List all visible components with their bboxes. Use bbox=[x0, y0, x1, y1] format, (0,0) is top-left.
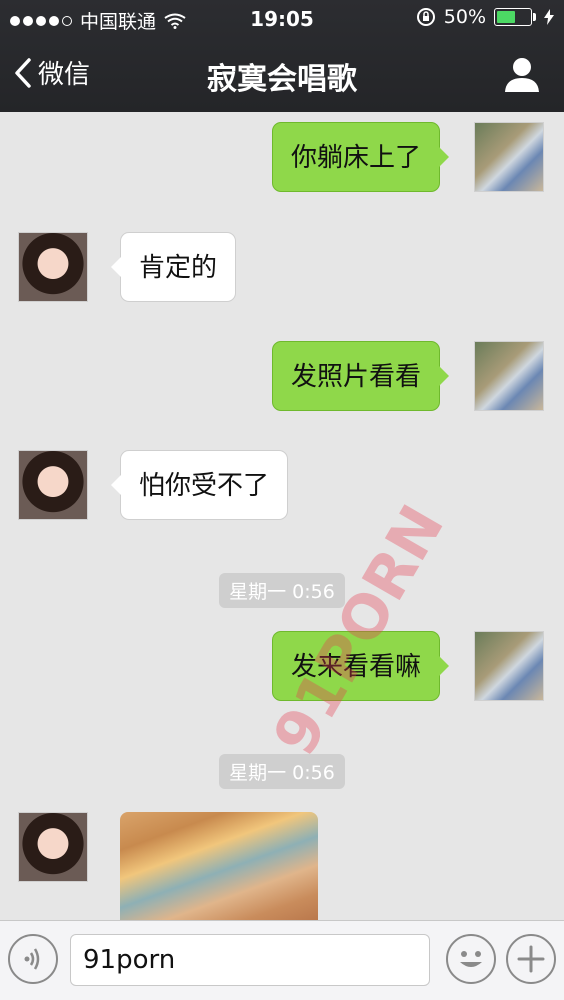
more-button[interactable] bbox=[506, 934, 556, 984]
avatar-me[interactable] bbox=[474, 341, 544, 411]
status-bar: 中国联通 19:05 50% bbox=[0, 0, 564, 36]
message-bubble-incoming[interactable]: 肯定的 bbox=[110, 232, 237, 302]
emoji-button[interactable] bbox=[446, 934, 496, 984]
battery-percent: 50% bbox=[443, 6, 486, 28]
chat-title: 寂寞会唱歌 bbox=[207, 62, 357, 97]
input-bar: 91porn bbox=[0, 920, 564, 1000]
avatar-contact[interactable] bbox=[18, 450, 88, 520]
avatar-me[interactable] bbox=[474, 122, 544, 192]
avatar-me[interactable] bbox=[474, 631, 544, 701]
status-right: 50% bbox=[416, 6, 554, 28]
message-bubble-incoming[interactable]: 怕你受不了 bbox=[110, 450, 289, 520]
timestamp-label: 星期一 0:56 bbox=[219, 573, 345, 608]
profile-icon[interactable] bbox=[502, 54, 542, 94]
message-bubble-outgoing[interactable]: 发照片看看 bbox=[271, 341, 450, 411]
chat-area[interactable]: 你躺床上了 肯定的 发照片看看 怕你受不了 星期一 0:56 发来看看嘛 星期一… bbox=[0, 112, 564, 920]
nav-bar: 微信 寂寞会唱歌 bbox=[0, 36, 564, 112]
battery-icon bbox=[494, 8, 536, 26]
plus-icon bbox=[517, 945, 545, 973]
charging-icon bbox=[544, 9, 554, 25]
top-bar: 中国联通 19:05 50% 微信 寂寞会唱歌 bbox=[0, 0, 564, 112]
timestamp: 星期一 0:56 bbox=[0, 754, 564, 789]
message-input[interactable]: 91porn bbox=[70, 934, 430, 986]
rotation-lock-icon bbox=[416, 8, 435, 26]
timestamp: 星期一 0:56 bbox=[0, 573, 564, 608]
emoji-icon bbox=[460, 951, 482, 967]
avatar-contact[interactable] bbox=[18, 812, 88, 882]
avatar-contact[interactable] bbox=[18, 232, 88, 302]
photo-message[interactable] bbox=[120, 812, 318, 920]
message-bubble-outgoing[interactable]: 你躺床上了 bbox=[271, 122, 450, 192]
voice-button[interactable] bbox=[8, 934, 58, 984]
voice-icon bbox=[24, 948, 40, 970]
timestamp-label: 星期一 0:56 bbox=[219, 754, 345, 789]
